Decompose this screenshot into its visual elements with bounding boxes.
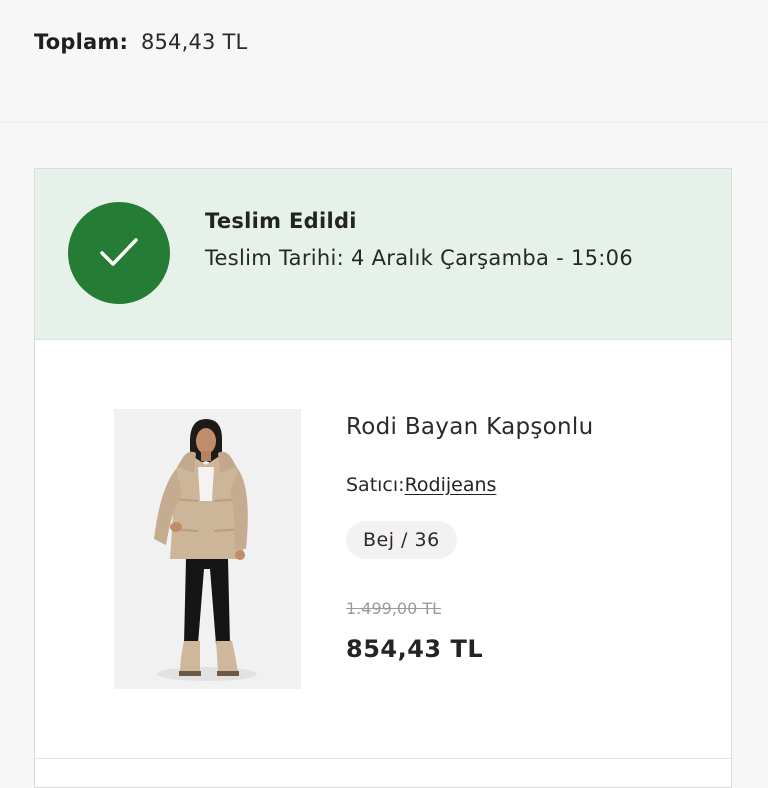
variant-badge: Bej / 36 (346, 521, 457, 559)
checkmark-icon (100, 238, 138, 266)
product-image[interactable] (114, 409, 301, 689)
total-value: 854,43 TL (140, 30, 248, 54)
seller-label: Satıcı: (346, 474, 405, 496)
delivery-status-banner: Teslim Edildi Teslim Tarihi: 4 Aralık Ça… (35, 169, 731, 340)
original-price: 1.499,00 TL (346, 599, 442, 618)
seller-link[interactable]: Rodijeans (405, 474, 497, 496)
product-name[interactable]: Rodi Bayan Kapşonlu (346, 414, 593, 440)
delivery-date: Teslim Tarihi: 4 Aralık Çarşamba - 15:06 (205, 246, 633, 270)
product-photo (114, 409, 301, 689)
status-title: Teslim Edildi (205, 209, 357, 233)
order-total: Toplam: 854,43 TL (34, 30, 247, 54)
seller-row: Satıcı:Rodijeans (346, 474, 496, 496)
discounted-price: 854,43 TL (346, 635, 484, 663)
total-label: Toplam: (34, 30, 129, 54)
order-card: Teslim Edildi Teslim Tarihi: 4 Aralık Ça… (34, 168, 732, 788)
divider (35, 758, 731, 759)
order-summary-header: Toplam: 854,43 TL (0, 0, 768, 123)
delivered-status-circle (68, 202, 170, 304)
